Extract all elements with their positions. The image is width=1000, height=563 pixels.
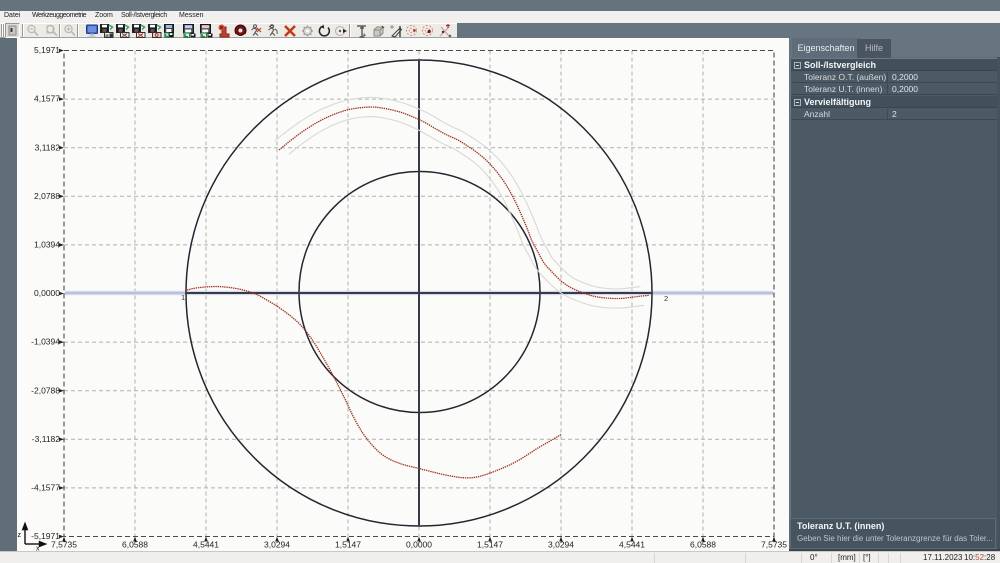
- svg-text:1: 1: [181, 293, 185, 302]
- svg-text:z: z: [18, 532, 22, 539]
- svg-text:0,0000: 0,0000: [34, 288, 60, 298]
- svg-text:2,0788: 2,0788: [34, 191, 60, 201]
- svg-text:-2,0788: -2,0788: [31, 385, 60, 395]
- svg-text:3,1182: 3,1182: [35, 142, 61, 152]
- svg-text:-3,1182: -3,1182: [32, 434, 60, 444]
- svg-text:-4,1577: -4,1577: [31, 483, 60, 493]
- svg-text:2: 2: [664, 294, 668, 303]
- svg-text:-1,0394: -1,0394: [31, 337, 60, 347]
- svg-text:4,1577: 4,1577: [34, 94, 60, 104]
- svg-text:1,0394: 1,0394: [34, 240, 60, 250]
- svg-text:5,1971: 5,1971: [34, 45, 60, 55]
